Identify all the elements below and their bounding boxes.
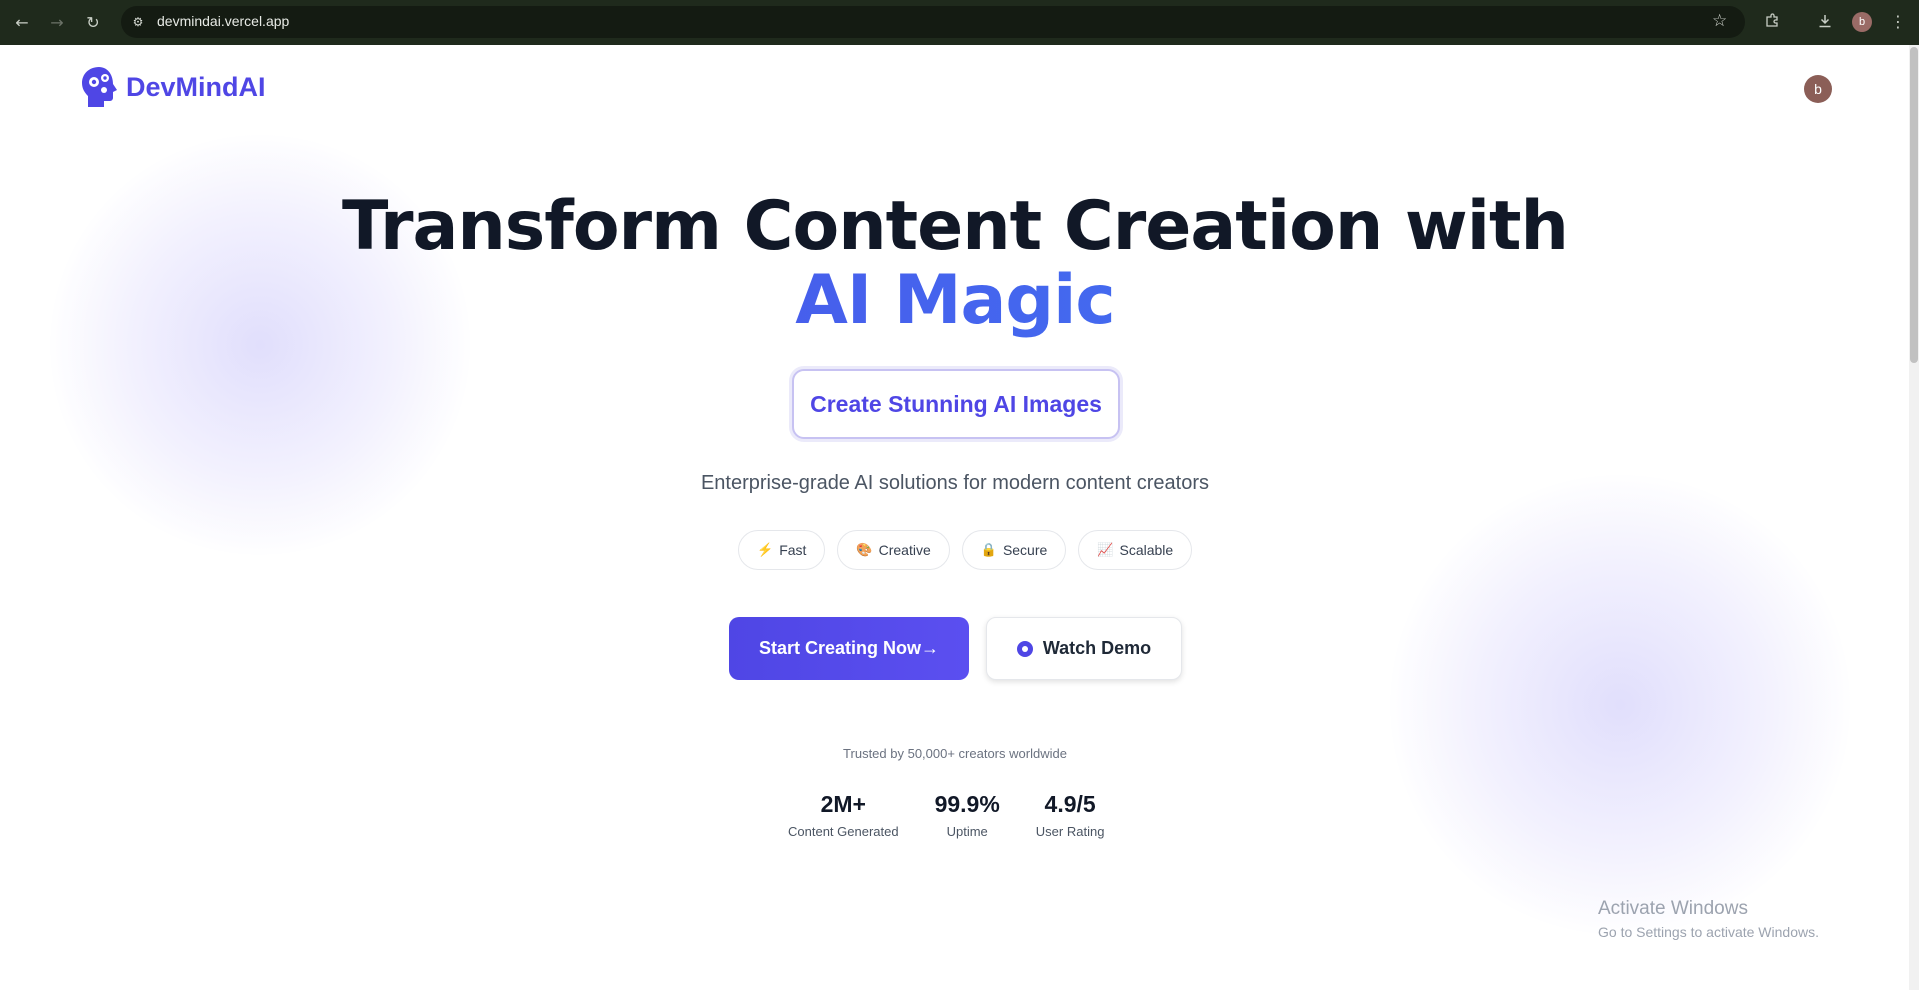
reload-icon[interactable]: ↻ xyxy=(82,11,104,33)
browser-toolbar: ← → ↻ ⚙ devmindai.vercel.app ☆ b ⋮ xyxy=(0,0,1919,45)
stat-label: Uptime xyxy=(946,824,988,839)
stat-item: 4.9/5 User Rating xyxy=(1036,791,1105,839)
windows-activation-watermark: Activate Windows Go to Settings to activ… xyxy=(1598,898,1819,940)
create-images-badge[interactable]: Create Stunning AI Images xyxy=(792,369,1120,439)
feature-tag-secure: 🔒 Secure xyxy=(961,530,1067,570)
user-avatar[interactable]: b xyxy=(1804,75,1832,103)
feature-tags: ⚡ Fast 🎨 Creative 🔒 Secure 📈 Scalable xyxy=(738,530,1204,570)
scrollbar-thumb[interactable] xyxy=(1910,47,1918,363)
back-icon[interactable]: ← xyxy=(11,11,33,33)
watermark-subtitle: Go to Settings to activate Windows. xyxy=(1598,924,1819,940)
lightning-icon: ⚡ xyxy=(757,542,774,557)
stat-value: 99.9% xyxy=(934,791,1000,817)
start-creating-button[interactable]: Start Creating Now→ xyxy=(729,617,969,680)
decorative-blob xyxy=(1390,475,1850,935)
brand-name: DevMindAI xyxy=(126,71,266,102)
extensions-icon[interactable] xyxy=(1761,10,1783,32)
feature-label: Creative xyxy=(878,542,931,558)
download-icon[interactable] xyxy=(1814,10,1836,32)
play-icon xyxy=(1016,640,1033,657)
bookmark-star-icon[interactable]: ☆ xyxy=(1712,11,1727,31)
feature-tag-scalable: 📈 Scalable xyxy=(1078,530,1193,570)
feature-label: Secure xyxy=(1002,542,1048,558)
feature-label: Fast xyxy=(779,542,807,558)
menu-kebab-icon[interactable]: ⋮ xyxy=(1887,10,1909,32)
brand-logo[interactable]: DevMindAI xyxy=(80,65,266,109)
chart-up-icon: 📈 xyxy=(1097,542,1114,557)
profile-avatar[interactable]: b xyxy=(1852,12,1872,32)
hero-title-highlight: AI Magic xyxy=(0,264,1910,338)
stat-item: 99.9% Uptime xyxy=(935,791,1000,839)
address-bar[interactable]: ⚙ devmindai.vercel.app xyxy=(121,6,1745,38)
trusted-by-text: Trusted by 50,000+ creators worldwide xyxy=(843,746,1067,761)
url-text[interactable]: devmindai.vercel.app xyxy=(157,13,289,29)
hero-title: Transform Content Creation with AI Magic xyxy=(0,190,1910,338)
watch-demo-label: Watch Demo xyxy=(1042,638,1152,658)
feature-tag-creative: 🎨 Creative xyxy=(837,530,950,570)
palette-icon: 🎨 xyxy=(856,542,873,557)
site-info-icon[interactable]: ⚙ xyxy=(129,13,147,31)
watch-demo-button[interactable]: Watch Demo xyxy=(986,617,1182,680)
feature-label: Scalable xyxy=(1119,542,1174,558)
brain-head-icon xyxy=(82,67,117,107)
hero-subtitle: Enterprise-grade AI solutions for modern… xyxy=(700,472,1210,494)
watermark-title: Activate Windows xyxy=(1598,898,1748,919)
stat-label: Content Generated xyxy=(788,824,899,839)
feature-tag-fast: ⚡ Fast xyxy=(738,530,826,570)
forward-icon[interactable]: → xyxy=(46,11,68,33)
stats-row: 2M+ Content Generated 99.9% Uptime 4.9/5… xyxy=(770,791,1122,839)
stat-value: 2M+ xyxy=(820,791,866,817)
stat-value: 4.9/5 xyxy=(1044,791,1096,817)
lock-icon: 🔒 xyxy=(980,542,997,557)
scrollbar[interactable] xyxy=(1909,45,1919,990)
stat-item: 2M+ Content Generated xyxy=(788,791,899,839)
stat-label: User Rating xyxy=(1035,824,1105,839)
page: DevMindAI b Transform Content Creation w… xyxy=(0,45,1919,990)
hero-title-line1: Transform Content Creation with xyxy=(342,187,1569,266)
